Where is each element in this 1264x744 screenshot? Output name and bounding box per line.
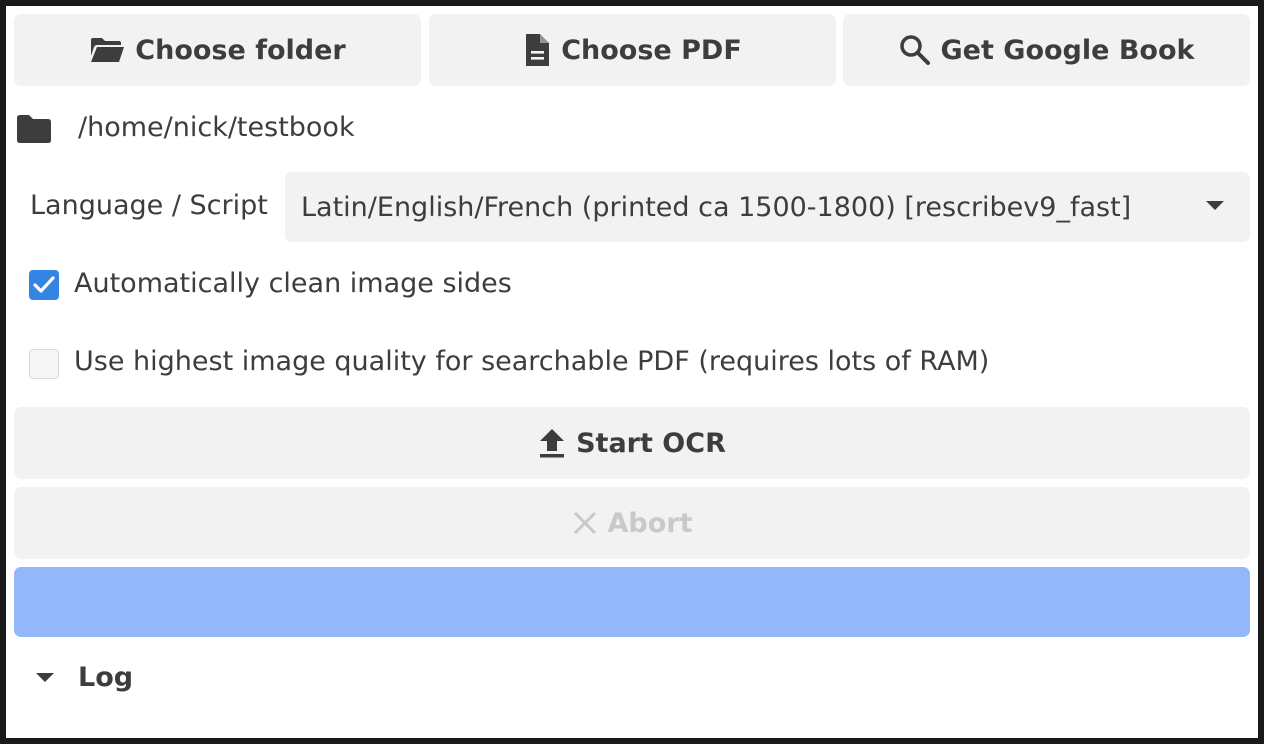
checkmark-icon [33, 276, 55, 293]
choose-pdf-label: Choose PDF [561, 34, 742, 66]
close-icon [572, 510, 598, 536]
abort-button[interactable]: Abort [14, 487, 1250, 559]
choose-folder-button[interactable]: Choose folder [14, 14, 421, 86]
log-label: Log [78, 662, 134, 693]
language-selected-value: Latin/English/French (printed ca 1500-18… [301, 191, 1132, 223]
folder-icon [16, 114, 52, 148]
language-dropdown[interactable]: Latin/English/French (printed ca 1500-18… [285, 172, 1250, 242]
choose-folder-label: Choose folder [135, 34, 346, 66]
abort-label: Abort [607, 507, 693, 539]
ocr-window: Choose folder Choose PDF Get Google Book… [6, 6, 1258, 738]
auto-clean-label[interactable]: Automatically clean image sides [74, 268, 512, 299]
progress-fill [14, 567, 1250, 637]
chevron-down-icon [1206, 201, 1224, 210]
upload-icon [538, 427, 566, 459]
triangle-down-icon [36, 673, 54, 682]
log-expander[interactable]: Log [36, 662, 133, 693]
document-icon [523, 32, 551, 68]
auto-clean-checkbox[interactable] [29, 270, 59, 300]
get-google-book-button[interactable]: Get Google Book [843, 14, 1250, 86]
high-quality-label[interactable]: Use highest image quality for searchable… [74, 346, 989, 377]
selected-path: /home/nick/testbook [78, 112, 355, 143]
language-label: Language / Script [30, 190, 268, 221]
start-ocr-label: Start OCR [576, 427, 726, 459]
progress-bar [14, 567, 1250, 637]
high-quality-checkbox[interactable] [29, 349, 59, 379]
folder-open-icon [89, 36, 125, 64]
get-google-book-label: Get Google Book [940, 34, 1195, 66]
search-icon [899, 34, 931, 66]
start-ocr-button[interactable]: Start OCR [14, 407, 1250, 479]
choose-pdf-button[interactable]: Choose PDF [429, 14, 836, 86]
